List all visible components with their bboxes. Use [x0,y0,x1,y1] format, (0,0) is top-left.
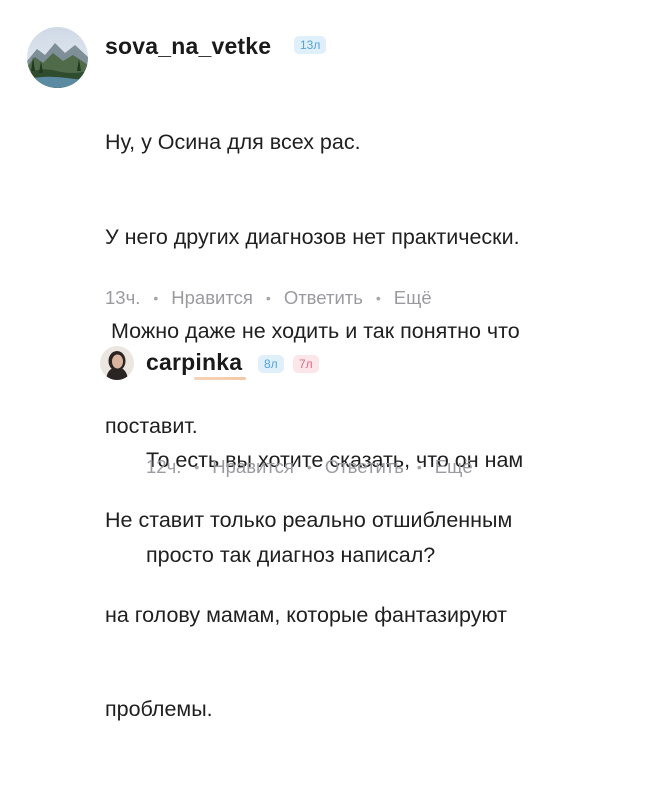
avatar[interactable] [100,346,134,380]
more-button[interactable]: Ещё [394,287,432,309]
timestamp: 13ч. [105,287,141,308]
timestamp: 12ч. [146,456,182,477]
landscape-avatar-icon [27,27,88,88]
comment-line: просто так диагноз написал? [146,542,436,567]
comment-line: У него других диагнозов нет практически. [105,224,520,249]
separator-dot: • [375,290,381,306]
comment-line: проблемы. [105,697,213,721]
separator-dot: • [265,290,271,306]
age-badge: 13л [294,36,327,54]
username-underline [194,377,246,380]
reply-button[interactable]: Ответить [284,287,363,309]
separator-dot: • [194,459,200,475]
username[interactable]: sova_na_vetke [105,33,271,60]
comment-actions: 13ч. • Нравится • Ответить • Ещё [105,287,432,309]
separator-dot: • [416,459,422,475]
separator-dot: • [306,459,312,475]
avatar[interactable] [27,27,88,88]
like-button[interactable]: Нравится [171,287,253,309]
comment-text: То есть вы хотите сказать, что он нам пр… [146,382,523,634]
comment-actions: 12ч. • Нравится • Ответить • Ещё [146,456,473,478]
age-badge: 8л [258,355,284,373]
more-button[interactable]: Ещё [435,456,473,478]
separator-dot: • [153,290,159,306]
age-badge: 7л [293,355,319,373]
comment-line: Ну, у Осина для всех рас. [105,130,361,154]
username[interactable]: carpinka [146,349,242,376]
reply-button[interactable]: Ответить [325,456,404,478]
person-avatar-icon [100,346,134,380]
comment-line: Можно даже не ходить и так понятно что [105,319,520,343]
like-button[interactable]: Нравится [212,456,294,478]
